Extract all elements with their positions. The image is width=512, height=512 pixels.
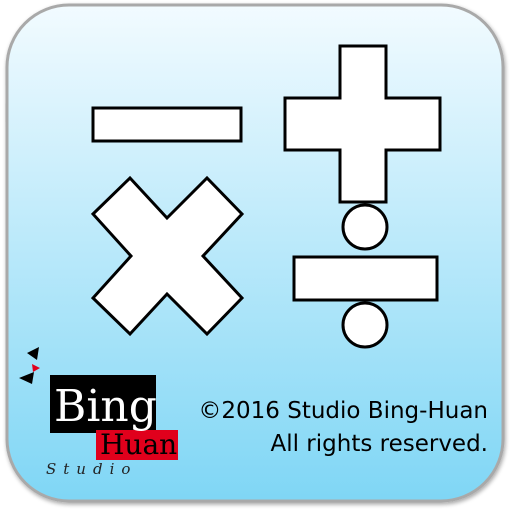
copyright-line-1: ©2016 Studio Bing-Huan (198, 398, 488, 424)
copyright-line-2: All rights reserved. (270, 431, 488, 457)
logo-word-huan: Huan (100, 428, 177, 461)
minus-icon (91, 106, 243, 143)
logo-word-studio: Studio (46, 460, 137, 478)
app-icon-artwork: Bing Huan Studio ©2016 Studio Bing-Huan … (5, 3, 505, 503)
app-icon: Bing Huan Studio ©2016 Studio Bing-Huan … (0, 0, 512, 512)
logo-word-bing: Bing (54, 381, 157, 432)
